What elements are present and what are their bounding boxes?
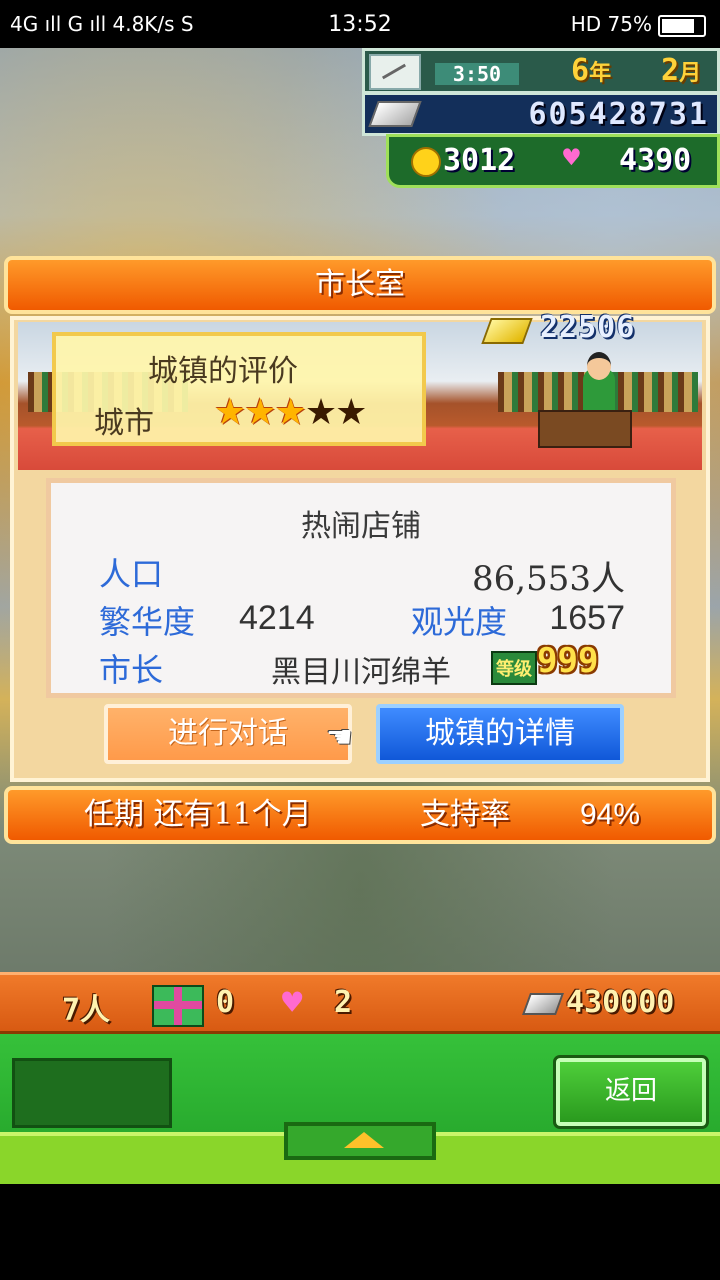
rating-stars: ★★★★★ <box>214 392 367 433</box>
approval-value: 94% <box>580 798 641 831</box>
back-button[interactable]: 返回 <box>553 1055 709 1129</box>
town-details-button[interactable]: 城镇的详情 <box>376 704 624 764</box>
month-display: 2月 <box>661 53 701 88</box>
resource-strip: 7人 0 ♥ 2 430000 <box>0 972 720 1034</box>
people-count: 7人 <box>62 993 111 1028</box>
silver-bar-icon <box>521 993 565 1015</box>
approval-label: 支持率 <box>420 797 510 832</box>
heart-icon: ♥ <box>282 983 303 1023</box>
star-empty-icon: ★ <box>304 392 337 433</box>
mayor-character <box>583 352 615 412</box>
star-filled-icon: ★ <box>274 392 307 433</box>
hud-resource-row: 3012 ♥ 4390 <box>386 134 720 188</box>
hud-date-row: 3:50 6年 2月 <box>362 48 720 94</box>
calendar-icon <box>369 54 421 90</box>
game-time: 3:50 <box>435 63 519 85</box>
year-value: 6 <box>571 53 590 88</box>
mayor-level: 999 <box>537 641 599 681</box>
tourism-value: 1657 <box>549 599 625 637</box>
term-bar: 任期 还有11个月 支持率 94% <box>4 786 716 844</box>
mayor-label: 市长 <box>99 651 164 689</box>
year-display: 6年 <box>571 53 611 88</box>
star-empty-icon: ★ <box>335 392 367 433</box>
month-value: 2 <box>661 53 680 88</box>
heart-count: 2 <box>334 985 353 1020</box>
star-filled-icon: ★ <box>244 392 276 433</box>
rating-rank: 城市 <box>94 406 154 441</box>
prosperity-label: 繁华度 <box>99 603 196 641</box>
gold-bars-value: 22506 <box>540 310 636 345</box>
coin-icon <box>411 147 441 177</box>
dialog-title: 市长室 <box>4 256 716 314</box>
battery-label: HD 75% <box>570 12 652 36</box>
heart-value: 4390 <box>619 143 692 178</box>
mayor-name: 黑目川河绵羊 <box>271 655 451 690</box>
coin-value: 3012 <box>443 143 516 178</box>
gift-count: 0 <box>216 985 235 1020</box>
month-unit: 月 <box>679 61 702 86</box>
population-value: 86,553人 <box>472 559 625 599</box>
town-info-panel: 热闹店铺 人口 86,553人 繁华度 4214 观光度 1657 市长 黑目川… <box>46 478 676 698</box>
empty-slot <box>12 1058 172 1128</box>
money-value: 605428731 <box>528 97 709 132</box>
population-label: 人口 <box>99 555 164 593</box>
silver-bar-icon <box>368 101 422 127</box>
hud-money-row: 605428731 <box>362 92 720 136</box>
mayor-desk <box>538 410 632 448</box>
pointing-hand-icon: ☚ <box>326 720 353 755</box>
heart-icon: ♥ <box>563 141 580 174</box>
level-tag: 等级 <box>491 651 537 685</box>
expand-menu-button[interactable] <box>284 1122 436 1160</box>
shop-name: 热闹店铺 <box>301 509 421 544</box>
tourism-label: 观光度 <box>411 603 508 641</box>
prosperity-value: 4214 <box>239 599 315 637</box>
system-icons: HD 75% <box>571 12 706 37</box>
silver-count: 430000 <box>566 985 675 1020</box>
gift-icon <box>152 985 204 1027</box>
town-rating-card: 城镇的评价 城市 ★★★★★ <box>52 332 426 446</box>
term-remaining: 任期 还有11个月 <box>84 797 312 832</box>
rating-title: 城镇的评价 <box>148 354 298 389</box>
star-filled-icon: ★ <box>214 392 246 433</box>
battery-icon <box>658 14 706 37</box>
status-bar: 4G ıll G ıll 4.8K/s S 13:52 HD 75% <box>0 0 720 48</box>
year-unit: 年 <box>589 61 612 86</box>
top-hud: 3:50 6年 2月 605428731 3012 ♥ 4390 <box>362 48 720 188</box>
talk-button[interactable]: 进行对话 <box>104 704 352 764</box>
